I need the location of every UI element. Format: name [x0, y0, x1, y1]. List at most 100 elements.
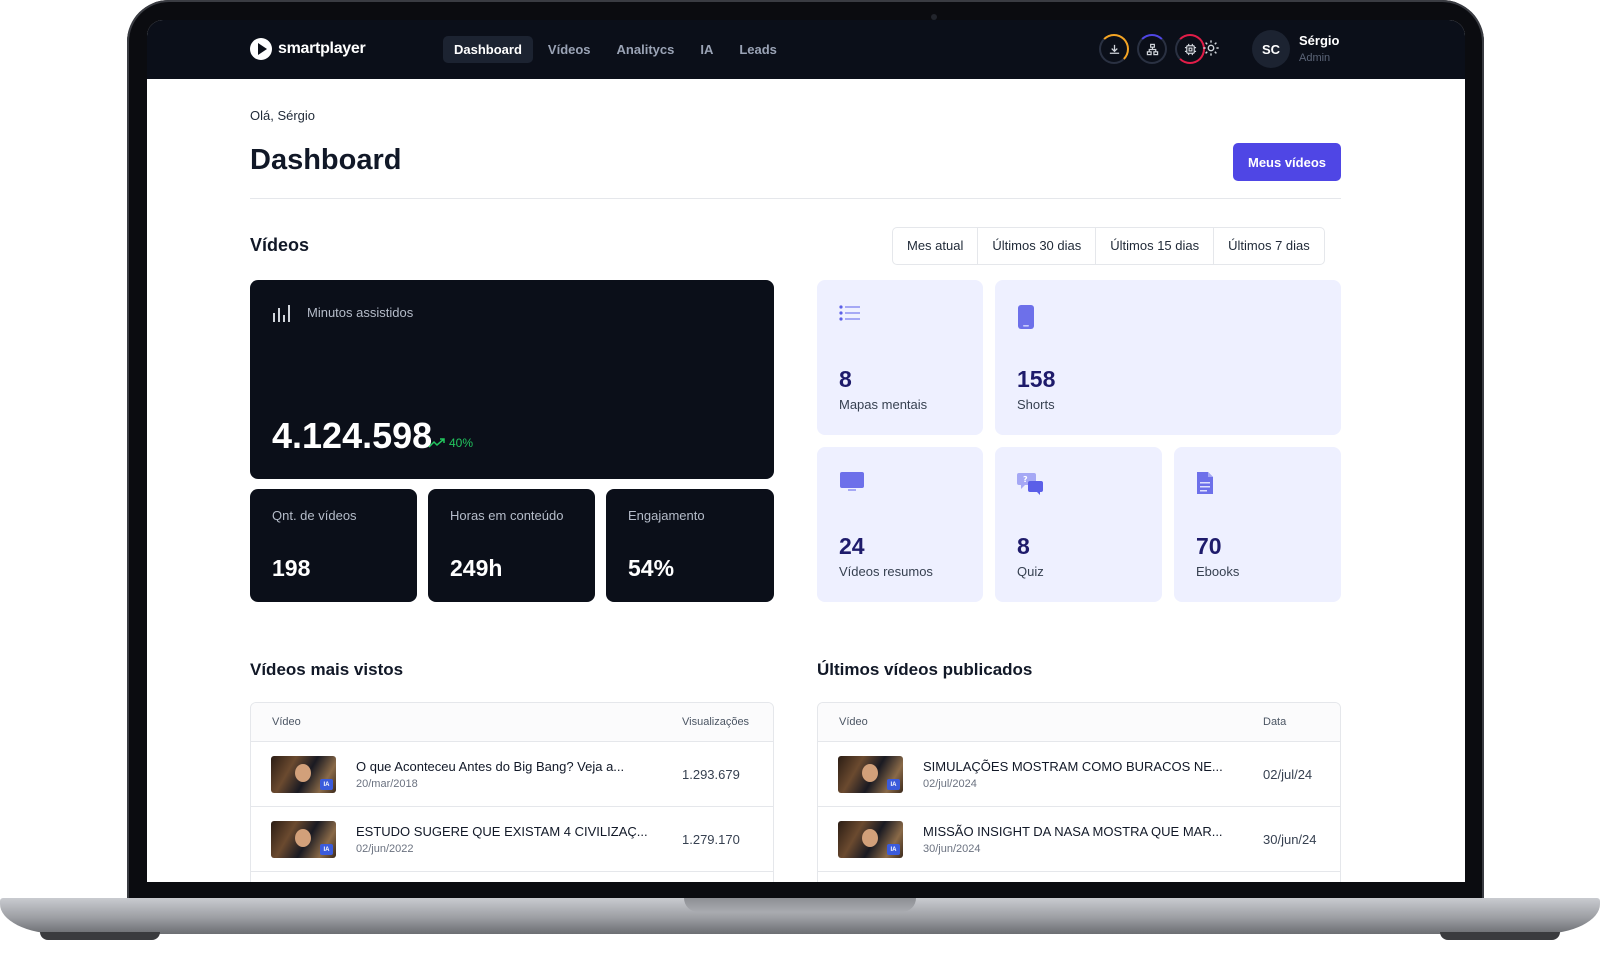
trend-indicator: 40%	[428, 436, 473, 450]
asset-label: Quiz	[1017, 564, 1044, 579]
svg-text:?: ?	[1023, 475, 1028, 484]
ia-badge: IA	[320, 844, 333, 855]
ia-badge: IA	[887, 779, 900, 790]
stat-value: 249h	[450, 555, 503, 581]
asset-count: 70	[1196, 533, 1222, 559]
stat-label: Engajamento	[628, 508, 705, 523]
user-role: Admin	[1299, 52, 1331, 64]
video-title: SIMULAÇÕES MOSTRAM COMO BURACOS NE...	[923, 759, 1223, 774]
video-thumbnail: IA	[271, 756, 336, 793]
video-date: 02/jun/2022	[356, 843, 414, 855]
table-header: Vídeo Data	[818, 703, 1340, 742]
ia-badge: IA	[320, 779, 333, 790]
header-status-icons	[1099, 34, 1205, 64]
latest-videos-title: Últimos vídeos publicados	[817, 660, 1033, 679]
asset-count: 158	[1017, 366, 1056, 392]
nav-videos[interactable]: Vídeos	[537, 36, 602, 63]
table-row[interactable]: IA SIMULAÇÕES MOSTRAM COMO BURACOS NE...…	[818, 742, 1340, 807]
watched-minutes-label: Minutos assistidos	[307, 305, 414, 320]
gear-icon[interactable]	[1202, 39, 1220, 62]
video-thumbnail: IA	[271, 821, 336, 858]
download-icon[interactable]	[1099, 34, 1129, 64]
page-title: Dashboard	[250, 144, 402, 176]
stat-label: Qnt. de vídeos	[272, 508, 357, 523]
laptop-notch	[684, 898, 916, 912]
document-icon	[1197, 472, 1213, 494]
sitemap-icon[interactable]	[1137, 34, 1167, 64]
chip-icon[interactable]	[1175, 34, 1205, 64]
asset-count: 8	[1017, 533, 1030, 559]
video-title: ESTUDO SUGERE QUE EXISTAM 4 CIVILIZAÇ...	[356, 824, 648, 839]
monitor-icon	[840, 472, 864, 491]
mind-maps-card[interactable]: 8 Mapas mentais	[817, 280, 983, 435]
video-count-card[interactable]: Qnt. de vídeos 198	[250, 489, 417, 602]
period-filter: Mes atual Últimos 30 dias Últimos 15 dia…	[892, 227, 1325, 265]
brand-name: smartplayer	[278, 40, 366, 57]
most-viewed-title: Vídeos mais vistos	[250, 660, 404, 679]
nav-dashboard[interactable]: Dashboard	[443, 36, 533, 63]
chat-question-icon: ?	[1017, 473, 1043, 495]
table-header: Vídeo Visualizações	[251, 703, 773, 742]
play-icon	[250, 38, 272, 60]
column-header: Vídeo	[839, 716, 868, 728]
my-videos-button[interactable]: Meus vídeos	[1233, 143, 1341, 181]
video-summaries-card[interactable]: 24 Vídeos resumos	[817, 447, 983, 602]
video-date: 02/jul/2024	[923, 778, 977, 790]
publish-date: 30/jun/24	[1263, 832, 1317, 847]
ebooks-card[interactable]: 70 Ebooks	[1174, 447, 1341, 602]
table-row[interactable]: IA O que Aconteceu Antes do Big Bang? Ve…	[251, 742, 773, 807]
shorts-card[interactable]: 158 Shorts	[995, 280, 1341, 435]
filter-current-month[interactable]: Mes atual	[893, 228, 977, 264]
view-count: 1.279.170	[682, 832, 740, 847]
view-count: 1.293.679	[682, 767, 740, 782]
nav-leads[interactable]: Leads	[728, 36, 788, 63]
asset-count: 24	[839, 533, 865, 559]
videos-section-title: Vídeos	[250, 235, 310, 255]
most-viewed-table: Vídeo Visualizações IA O que Aconteceu A…	[250, 702, 774, 882]
video-title: O que Aconteceu Antes do Big Bang? Veja …	[356, 759, 625, 774]
table-row[interactable]: IA ESTUDO SUGERE QUE EXISTAM 4 CIVILIZAÇ…	[251, 807, 773, 872]
asset-label: Ebooks	[1196, 564, 1240, 579]
list-icon	[839, 305, 860, 321]
trend-value: 40%	[449, 436, 474, 450]
divider	[250, 198, 1341, 199]
trend-up-icon	[428, 438, 445, 448]
asset-label: Mapas mentais	[839, 397, 928, 412]
avatar[interactable]: SC	[1252, 30, 1290, 68]
brand-logo[interactable]: smartplayer	[250, 38, 366, 60]
filter-7-days[interactable]: Últimos 7 dias	[1213, 228, 1324, 264]
greeting: Olá, Sérgio	[250, 108, 316, 123]
watched-minutes-value: 4.124.598	[272, 415, 433, 456]
laptop-foot	[40, 932, 160, 940]
watched-minutes-card[interactable]: Minutos assistidos 4.124.598 40%	[250, 280, 774, 479]
stat-label: Horas em conteúdo	[450, 508, 564, 523]
phone-icon	[1018, 305, 1034, 329]
user-name: Sérgio	[1299, 33, 1340, 48]
engagement-card[interactable]: Engajamento 54%	[606, 489, 774, 602]
quiz-card[interactable]: ? 8 Quiz	[995, 447, 1162, 602]
filter-30-days[interactable]: Últimos 30 dias	[977, 228, 1095, 264]
column-header: Vídeo	[272, 716, 301, 728]
publish-date: 02/jul/24	[1263, 767, 1313, 782]
asset-count: 8	[839, 366, 852, 392]
stat-value: 198	[272, 555, 311, 581]
column-header: Data	[1263, 716, 1287, 728]
nav-analytics[interactable]: Analitycs	[606, 36, 686, 63]
ia-badge: IA	[887, 844, 900, 855]
nav-ia[interactable]: IA	[689, 36, 724, 63]
bar-chart-icon	[273, 305, 290, 322]
filter-15-days[interactable]: Últimos 15 dias	[1095, 228, 1213, 264]
laptop-foot	[1440, 932, 1560, 940]
video-thumbnail: IA	[838, 756, 903, 793]
table-row[interactable]: IA MISSÃO INSIGHT DA NASA MOSTRA QUE MAR…	[818, 807, 1340, 872]
column-header: Visualizações	[682, 716, 750, 728]
video-title: MISSÃO INSIGHT DA NASA MOSTRA QUE MAR...	[923, 824, 1223, 839]
asset-label: Vídeos resumos	[839, 564, 933, 579]
video-date: 30/jun/2024	[923, 843, 981, 855]
content-hours-card[interactable]: Horas em conteúdo 249h	[428, 489, 595, 602]
video-thumbnail: IA	[838, 821, 903, 858]
latest-videos-table: Vídeo Data IA SIMULAÇÕES MOSTRAM COMO BU…	[817, 702, 1341, 882]
top-navbar: smartplayer Dashboard Vídeos Analitycs I…	[147, 20, 1465, 79]
video-date: 20/mar/2018	[356, 778, 418, 790]
asset-label: Shorts	[1017, 397, 1055, 412]
